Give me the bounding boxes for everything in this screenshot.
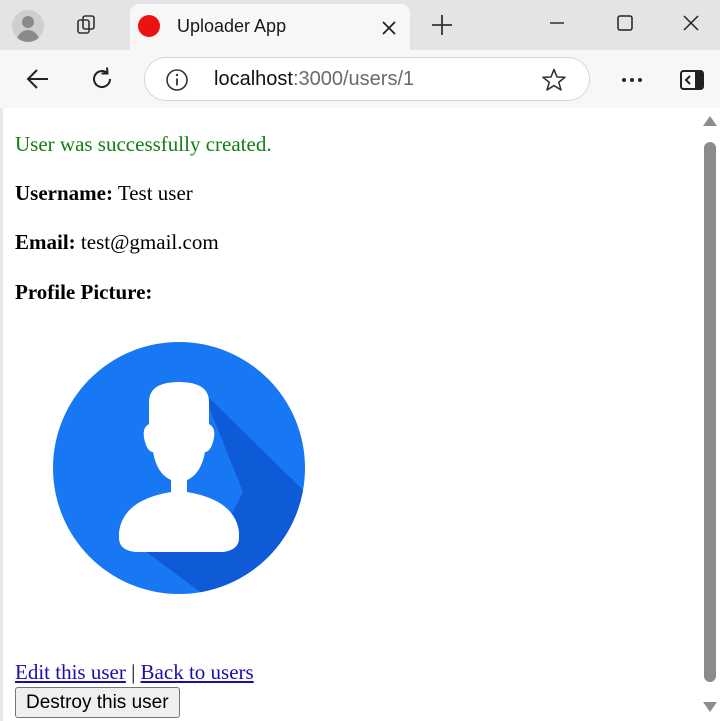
sidebar-toggle-icon[interactable]: [678, 66, 706, 94]
favicon-icon: [138, 15, 160, 37]
flash-notice: User was successfully created.: [15, 132, 272, 156]
close-window-icon[interactable]: [674, 8, 708, 38]
email-field: Email: test@gmail.com: [15, 230, 219, 255]
new-tab-icon[interactable]: [430, 13, 454, 37]
maximize-icon[interactable]: [608, 8, 642, 38]
url-path: :3000/users/1: [292, 68, 415, 90]
profile-avatar-icon[interactable]: [12, 10, 44, 42]
edit-user-link[interactable]: Edit this user: [15, 660, 126, 684]
refresh-icon[interactable]: [88, 65, 116, 93]
user-avatar-icon: [53, 342, 305, 594]
profile-picture-field: Profile Picture:: [15, 280, 152, 305]
profile-picture-label: Profile Picture:: [15, 280, 153, 304]
address-bar[interactable]: localhost:3000/users/1: [144, 57, 590, 101]
back-to-users-link[interactable]: Back to users: [141, 660, 254, 684]
page-scrollbar[interactable]: [700, 108, 720, 721]
back-icon[interactable]: [24, 65, 52, 93]
more-options-icon[interactable]: [618, 66, 646, 94]
scroll-up-arrow-icon[interactable]: [703, 116, 717, 126]
username-field: Username: Test user: [15, 181, 193, 206]
browser-toolbar: localhost:3000/users/1: [0, 50, 720, 108]
page-viewport: User was successfully created. Username:…: [3, 108, 700, 721]
username-value: Test user: [117, 181, 193, 205]
tab-uploader-app[interactable]: Uploader App: [130, 4, 410, 50]
close-tab-icon[interactable]: [378, 17, 400, 39]
tab-strip: Uploader App: [0, 0, 720, 50]
url-host: localhost: [214, 68, 293, 90]
action-links: Edit this user | Back to users: [15, 660, 254, 685]
scroll-thumb[interactable]: [704, 142, 716, 682]
email-label: Email:: [15, 230, 76, 254]
tab-title: Uploader App: [177, 16, 287, 36]
link-separator: |: [131, 660, 136, 684]
destroy-user-button[interactable]: Destroy this user: [15, 687, 180, 718]
favorite-star-icon[interactable]: [541, 67, 567, 93]
workspaces-icon[interactable]: [74, 13, 98, 37]
email-value: test@gmail.com: [80, 230, 219, 254]
site-info-icon[interactable]: [165, 68, 189, 92]
minimize-icon[interactable]: [540, 8, 574, 38]
url-text[interactable]: localhost:3000/users/1: [214, 68, 414, 91]
scroll-down-arrow-icon[interactable]: [703, 702, 717, 712]
username-label: Username:: [15, 181, 113, 205]
